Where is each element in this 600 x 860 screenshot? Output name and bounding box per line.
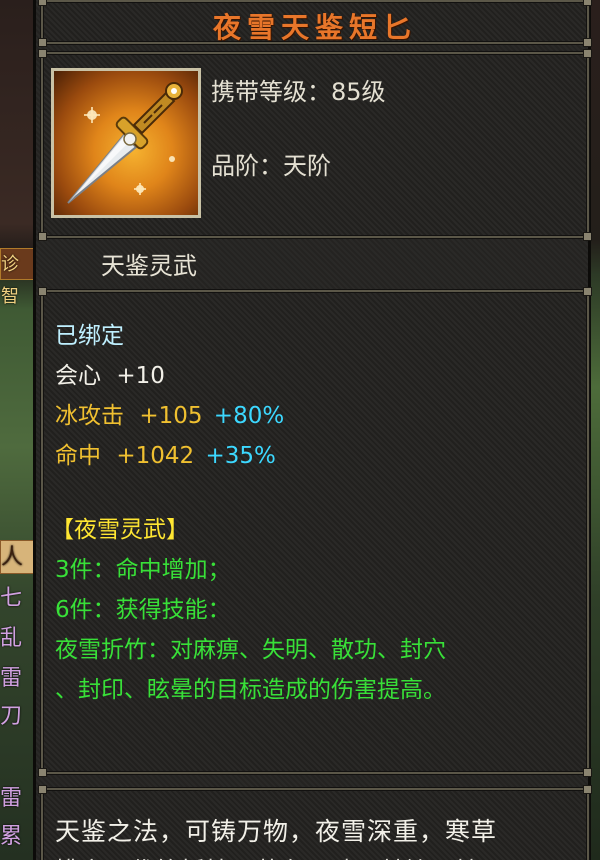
- item-description-section: 天鉴之法，可铸万物，夜雪深重，寒草 拂之，伐竹折枝，若有天助，其锋不挡: [38, 785, 592, 860]
- item-category: 天鉴灵武: [101, 252, 197, 280]
- tooltip-title-bar: 夜雪天鉴短匕: [38, 0, 592, 47]
- stat-name: 命中: [55, 443, 101, 469]
- item-name: 夜雪天鉴短匕: [212, 11, 417, 44]
- background-text-fragment: 雷: [0, 666, 23, 691]
- item-description: 拂之，伐竹折枝，若有天助，其锋不挡: [55, 852, 480, 860]
- background-tag: 人: [0, 540, 34, 574]
- item-info-section: 携带等级：85级 品阶：天阶: [38, 49, 592, 241]
- item-icon-frame[interactable]: [51, 68, 201, 218]
- set-skill-text: 夜雪折竹：对麻痹、失明、散功、封穴: [55, 637, 446, 663]
- background-tag: 诊智: [0, 248, 34, 307]
- stat-bonus-value: +80%: [213, 403, 285, 429]
- set-title: 【夜雪灵武】: [51, 517, 189, 543]
- carry-level: 携带等级：85级: [211, 78, 386, 106]
- stat-row: 命中 +1042 +35%: [55, 436, 276, 470]
- stat-base-value: +10: [116, 363, 165, 389]
- stat-base-value: +1042: [116, 443, 195, 469]
- stat-name: 会心: [55, 363, 101, 389]
- item-attributes-section: 已绑定 会心 +10 冰攻击 +105 +80% 命中 +1042 +35% 【…: [38, 287, 592, 777]
- background-text-fragment: 刀: [0, 704, 23, 729]
- set-bonus-6: 6件：获得技能：: [55, 597, 231, 623]
- stat-row: 会心 +10: [55, 356, 165, 390]
- background-text-fragment: 雷: [0, 786, 23, 811]
- set-skill-text: 、封印、眩晕的目标造成的伤害提高。: [55, 677, 446, 703]
- item-grade: 品阶：天阶: [211, 152, 331, 180]
- stat-base-value: +105: [139, 403, 203, 429]
- bound-status: 已绑定: [55, 323, 124, 349]
- game-screen: 诊智 七 乱 雷 刀 雷 累 人 夜雪天鉴短匕 携带等级：85级 品阶：天阶 天…: [0, 0, 600, 860]
- item-tooltip: 夜雪天鉴短匕 携带等级：85级 品阶：天阶 天鉴灵武 已绑定 会心 +10 冰攻…: [33, 0, 592, 860]
- item-description: 天鉴之法，可铸万物，夜雪深重，寒草: [55, 817, 498, 846]
- background-text-fragment: 累: [0, 824, 23, 849]
- background-text-fragment: 乱: [0, 626, 23, 651]
- set-bonus-3: 3件：命中增加；: [55, 557, 231, 583]
- background-text-fragment: 七: [0, 586, 23, 611]
- dagger-icon: [67, 82, 183, 204]
- stat-bonus-value: +35%: [205, 443, 276, 469]
- stat-name: 冰攻击: [55, 403, 124, 429]
- stat-row: 冰攻击 +105 +80%: [55, 396, 284, 430]
